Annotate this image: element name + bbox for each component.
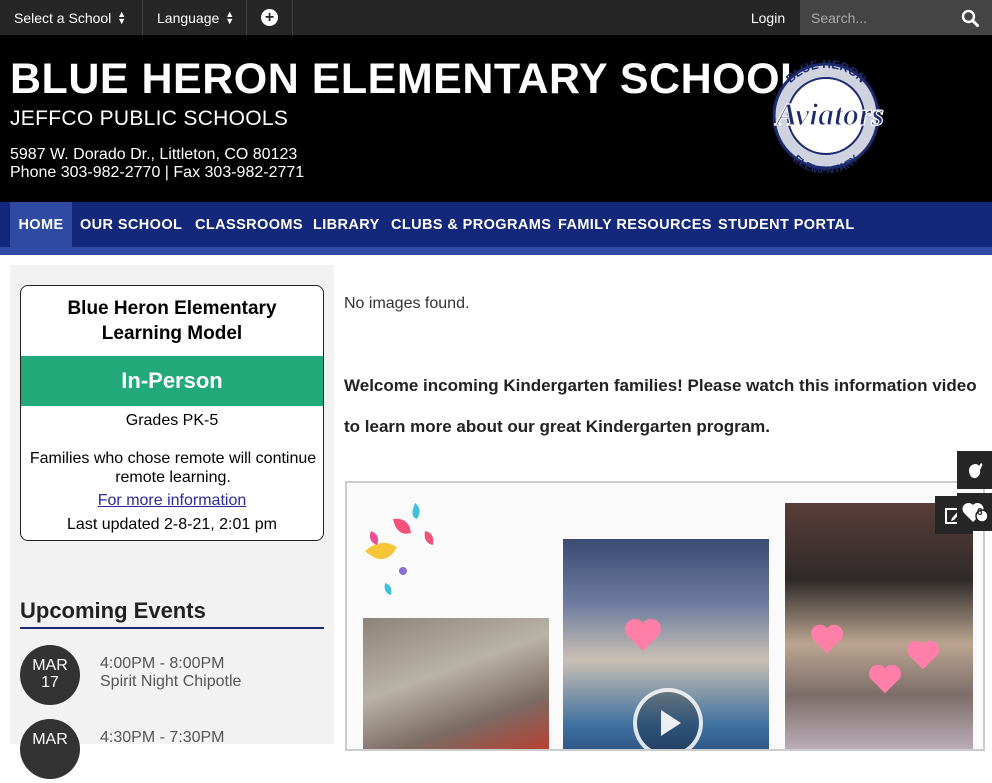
play-button[interactable]: [633, 688, 703, 749]
logo-middle-text: Aviators: [774, 96, 884, 132]
updown-arrows-icon: ▲ ▼: [117, 8, 127, 26]
remote-note: Families who chose remote will continue …: [29, 450, 317, 486]
event-month: MAR: [32, 731, 68, 748]
select-school-label: Select a School: [14, 9, 112, 26]
main-nav: HOME OUR SCHOOL CLASSROOMS LIBRARY CLUBS…: [0, 202, 992, 255]
favorites-count: 6: [977, 507, 983, 518]
nav-home[interactable]: HOME: [10, 202, 72, 247]
learning-model-box: Blue Heron Elementary Learning Model In-…: [20, 285, 324, 541]
login-link[interactable]: Login: [736, 0, 800, 35]
nav-clubs-programs[interactable]: CLUBS & PROGRAMS: [391, 202, 551, 247]
more-info-link[interactable]: For more information: [21, 492, 323, 510]
plus-button[interactable]: +: [247, 0, 293, 35]
learning-model-status: In-Person: [21, 356, 323, 406]
top-utility-bar: Select a School ▲ ▼ Language ▲ ▼ + Login: [0, 0, 992, 35]
heart-icon: [811, 624, 843, 654]
sidebar: Blue Heron Elementary Learning Model In-…: [10, 265, 334, 779]
search-input[interactable]: [811, 9, 961, 26]
upcoming-events-heading: Upcoming Events: [20, 598, 206, 623]
hand-icon: [968, 463, 982, 479]
events-divider: [20, 627, 324, 629]
play-icon: [661, 710, 681, 736]
heart-icon: [869, 664, 901, 694]
no-images-message: No images found.: [344, 295, 470, 312]
learning-model-title-line: Blue Heron Elementary: [67, 298, 277, 319]
event-item[interactable]: MAR 4:30PM - 7:30PM: [20, 719, 324, 783]
event-time: 4:30PM - 7:30PM: [100, 729, 225, 746]
event-title[interactable]: Spirit Night Chipotle: [100, 673, 241, 691]
select-school-dropdown[interactable]: Select a School ▲ ▼: [0, 0, 143, 35]
classroom-photo: [363, 618, 549, 749]
updown-arrows-icon: ▲ ▼: [225, 8, 235, 26]
welcome-message: Welcome incoming Kindergarten families! …: [344, 376, 977, 436]
phone-fax-line: Phone 303-982-2770 | Fax 303-982-2771: [10, 164, 305, 181]
nav-our-school[interactable]: OUR SCHOOL: [80, 202, 182, 247]
search-box: [800, 0, 992, 35]
grades-text: Grades PK-5: [125, 412, 219, 429]
site-header: BLUE HERON ELEMENTARY SCHOOL JEFFCO PUBL…: [0, 35, 992, 202]
address-line: 5987 W. Dorado Dr., Littleton, CO 80123: [10, 146, 298, 163]
nav-family-resources[interactable]: FAMILY RESOURCES: [558, 202, 712, 247]
nav-classrooms[interactable]: CLASSROOMS: [195, 202, 303, 247]
learning-model-title: Blue Heron Elementary Learning Model: [21, 296, 323, 346]
last-updated-text: Last updated 2-8-21, 2:01 pm: [67, 516, 277, 533]
paint-splash-graphic: [365, 503, 434, 595]
language-dropdown[interactable]: Language ▲ ▼: [143, 0, 247, 35]
kindergarten-video[interactable]: [345, 481, 985, 751]
event-time: 4:00PM - 8:00PM: [100, 655, 225, 672]
event-day: 17: [41, 674, 59, 691]
district-name: JEFFCO PUBLIC SCHOOLS: [10, 107, 289, 130]
accessibility-widget-button[interactable]: [957, 451, 992, 489]
heart-badge-icon: [961, 502, 988, 523]
more-info-link-text[interactable]: For more information: [98, 492, 247, 509]
favorites-widget-button[interactable]: 6: [957, 493, 992, 531]
heart-icon: [625, 619, 661, 651]
language-label: Language: [157, 9, 220, 26]
event-item[interactable]: MAR 17 4:00PM - 8:00PM Spirit Night Chip…: [20, 645, 324, 709]
nav-student-portal[interactable]: STUDENT PORTAL: [718, 202, 855, 247]
aviators-logo[interactable]: BLUE HERON ELEMENTARY Aviators: [740, 58, 920, 173]
event-date-badge: MAR: [20, 719, 80, 779]
event-date-badge: MAR 17: [20, 645, 80, 705]
learning-model-title-line: Learning Model: [101, 323, 243, 344]
search-icon[interactable]: [961, 9, 979, 27]
plus-circle-icon: +: [261, 9, 278, 26]
school-address: 5987 W. Dorado Dr., Littleton, CO 80123 …: [10, 146, 304, 182]
event-month: MAR: [32, 657, 68, 674]
nav-library[interactable]: LIBRARY: [313, 202, 380, 247]
school-name[interactable]: BLUE HERON ELEMENTARY SCHOOL: [10, 55, 807, 104]
main-content: No images found. Welcome incoming Kinder…: [344, 265, 992, 751]
heart-icon: [907, 640, 939, 670]
